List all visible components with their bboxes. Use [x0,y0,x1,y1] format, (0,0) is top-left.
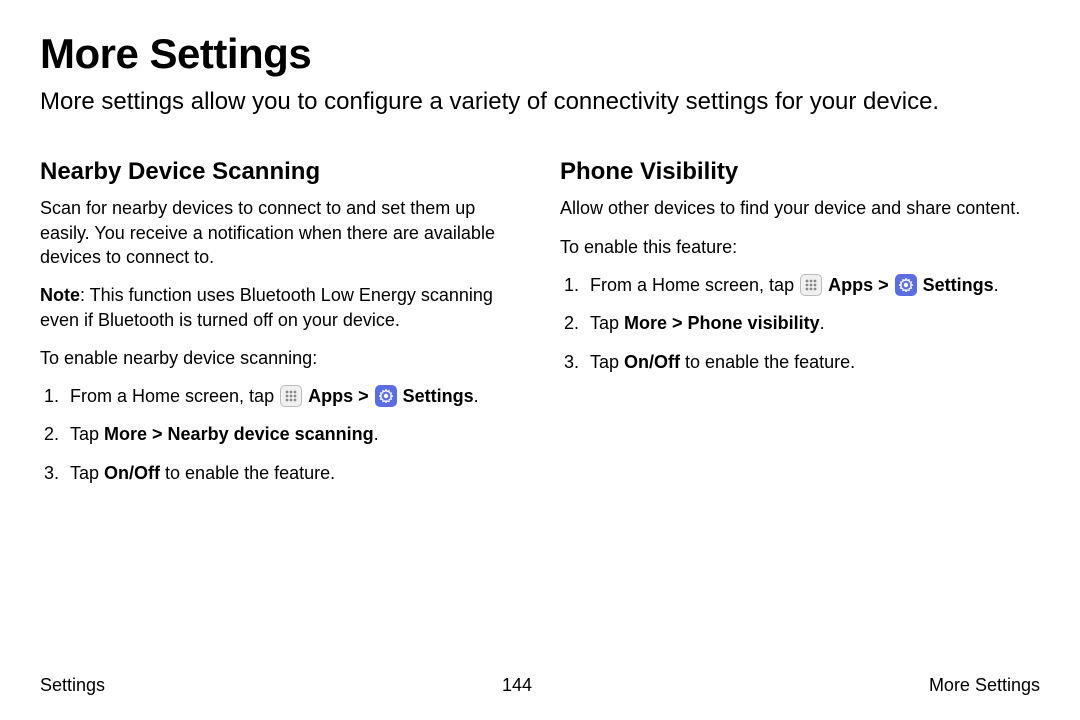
apps-icon [800,274,822,296]
footer-page-number: 144 [502,675,532,696]
list-item: Tap More > Nearby device scanning. [64,422,520,446]
step-text: From a Home screen, tap [590,275,799,295]
step-text: From a Home screen, tap [70,386,279,406]
nearby-note: Note: This function uses Bluetooth Low E… [40,283,520,332]
step-suffix: to enable the feature. [680,352,855,372]
period: . [374,424,379,444]
step-text: Tap [70,463,104,483]
settings-label: Settings [923,275,994,295]
step-suffix: to enable the feature. [160,463,335,483]
list-item: From a Home screen, tap Apps > Settings. [64,384,520,408]
section-heading-nearby: Nearby Device Scanning [40,158,520,186]
footer-left: Settings [40,675,105,696]
visibility-description: Allow other devices to find your device … [560,196,1040,220]
settings-icon [375,385,397,407]
page-footer: Settings 144 More Settings [40,675,1040,696]
period: . [994,275,999,295]
step-bold: On/Off [104,463,160,483]
footer-right: More Settings [929,675,1040,696]
separator: > [873,275,894,295]
apps-icon [280,385,302,407]
intro-text: More settings allow you to configure a v… [40,86,1000,118]
visibility-steps: From a Home screen, tap Apps > Settings.… [560,273,1040,374]
list-item: Tap On/Off to enable the feature. [584,350,1040,374]
step-bold: More > Nearby device scanning [104,424,374,444]
list-item: Tap On/Off to enable the feature. [64,461,520,485]
note-text: : This function uses Bluetooth Low Energ… [40,285,493,329]
apps-label: Apps [828,275,873,295]
step-bold: On/Off [624,352,680,372]
period: . [474,386,479,406]
apps-label: Apps [308,386,353,406]
nearby-description: Scan for nearby devices to connect to an… [40,196,520,269]
step-text: Tap [70,424,104,444]
step-text: Tap [590,313,624,333]
note-label: Note [40,285,80,305]
list-item: Tap More > Phone visibility. [584,311,1040,335]
page-title: More Settings [40,30,1040,78]
settings-icon [895,274,917,296]
section-heading-visibility: Phone Visibility [560,158,1040,186]
nearby-lead: To enable nearby device scanning: [40,346,520,370]
step-bold: More > Phone visibility [624,313,820,333]
right-column: Phone Visibility Allow other devices to … [560,158,1040,499]
period: . [820,313,825,333]
nearby-steps: From a Home screen, tap Apps > Settings.… [40,384,520,485]
separator: > [353,386,374,406]
step-text: Tap [590,352,624,372]
content-columns: Nearby Device Scanning Scan for nearby d… [40,158,1040,499]
list-item: From a Home screen, tap Apps > Settings. [584,273,1040,297]
settings-label: Settings [403,386,474,406]
visibility-lead: To enable this feature: [560,235,1040,259]
left-column: Nearby Device Scanning Scan for nearby d… [40,158,520,499]
